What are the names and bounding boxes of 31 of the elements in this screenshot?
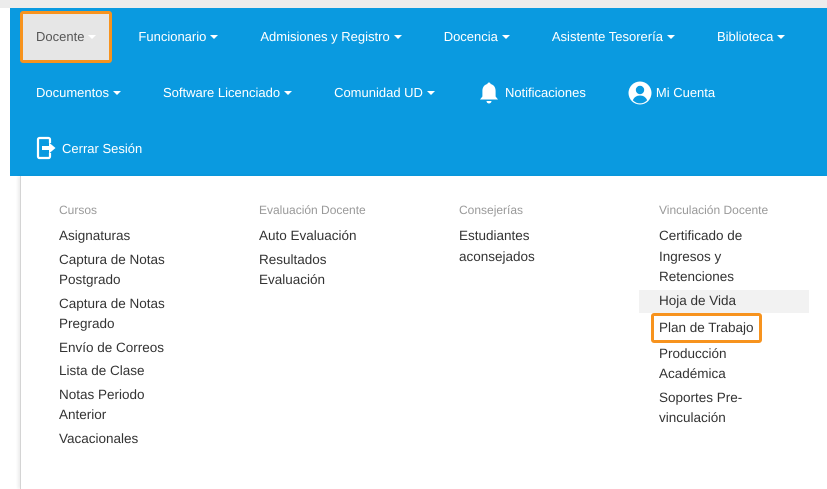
menu-header: Evaluación Docente — [258, 202, 367, 219]
menu-item[interactable]: Hoja de Vida — [639, 290, 809, 313]
menu-item[interactable]: Notas Periodo Anterior — [39, 384, 209, 428]
caret-icon — [210, 34, 218, 39]
caret-icon — [502, 34, 510, 39]
menu-header: Vinculación Docente — [658, 202, 770, 219]
menu-item[interactable]: Lista de Clase — [39, 360, 209, 384]
caret-icon — [284, 90, 292, 95]
user-icon — [628, 80, 652, 105]
menu-item[interactable]: Estudiantes aconsejados — [439, 225, 609, 269]
menu-header: Cursos — [58, 202, 98, 219]
menu-item[interactable]: Resultados Evaluación — [239, 248, 409, 292]
menu-item[interactable]: Soportes Pre-vinculación — [639, 386, 809, 430]
caret-icon — [666, 34, 675, 39]
menu-item[interactable]: Captura de Notas Postgrado — [39, 248, 209, 292]
nav-link[interactable]: Docente — [20, 10, 112, 63]
menu-item[interactable]: Plan de Trabajo — [651, 313, 762, 342]
menu-item[interactable]: Auto Evaluación — [239, 225, 409, 248]
menu-item[interactable]: Captura de Notas Pregrado — [39, 292, 209, 336]
menu-item[interactable]: Asignaturas — [39, 225, 209, 248]
menu-item[interactable]: Certificado de Ingresos y Retenciones — [639, 225, 809, 290]
caret-icon — [394, 34, 402, 39]
logout-icon — [36, 136, 58, 160]
menu-header: Consejerías — [458, 202, 524, 219]
menu-item[interactable]: Envío de Correos — [39, 336, 209, 360]
caret-icon — [88, 34, 96, 39]
caret-icon — [426, 90, 435, 95]
caret-icon — [777, 34, 786, 39]
menu-item[interactable]: Vacacionales — [39, 428, 209, 451]
caret-icon — [112, 90, 121, 95]
menu-item[interactable]: Producción Académica — [639, 342, 809, 386]
